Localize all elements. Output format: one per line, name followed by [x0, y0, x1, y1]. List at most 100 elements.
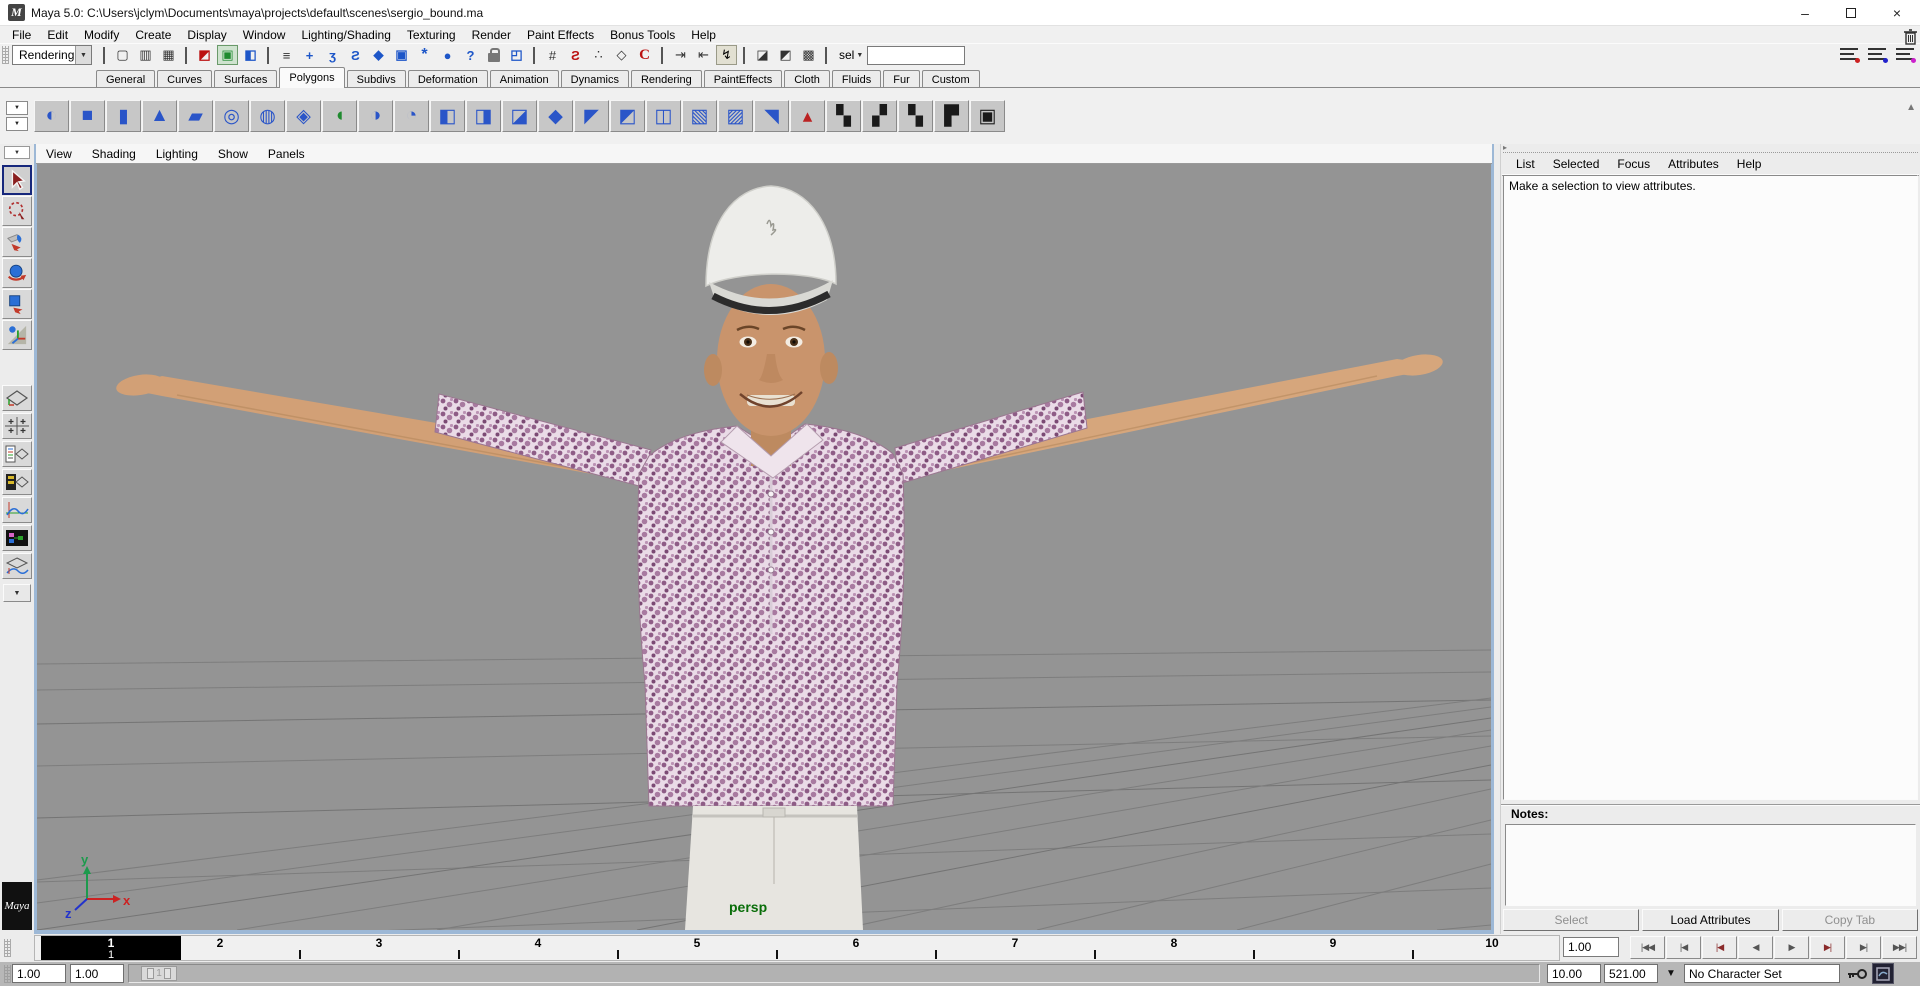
menu-modify[interactable]: Modify — [76, 26, 127, 43]
character-set-field[interactable]: No Character Set — [1684, 964, 1840, 983]
shelf-poly-cube-button[interactable]: ■ — [70, 100, 105, 132]
ae-menu-help[interactable]: Help — [1728, 157, 1771, 171]
menu-file[interactable]: File — [4, 26, 39, 43]
shelf-uv-checker1-button[interactable]: ▚ — [826, 100, 861, 132]
new-scene-button[interactable]: ▢ — [112, 45, 133, 65]
toolbar-separator[interactable] — [742, 47, 747, 64]
step-forward-key-button[interactable]: ▶| — [1810, 936, 1845, 959]
playback-end-field[interactable]: 10.00 — [1547, 964, 1601, 983]
shelf-poly-create-button[interactable]: ◈ — [286, 100, 321, 132]
shelf-poly-mirror-button[interactable]: ◫ — [646, 100, 681, 132]
menu-texturing[interactable]: Texturing — [399, 26, 464, 43]
highlight-selection-button[interactable]: ◰ — [506, 45, 527, 65]
selection-mask-menu-button[interactable]: ≡ — [276, 45, 297, 65]
shelf-tab-fur[interactable]: Fur — [883, 70, 920, 88]
viewport-menu-shading[interactable]: Shading — [82, 147, 146, 161]
channel-box-toggle-icon[interactable] — [1896, 46, 1916, 62]
range-handle-right-grip[interactable] — [164, 968, 171, 979]
shelf-poly-bevel-button[interactable]: ◥ — [754, 100, 789, 132]
layout-shortcut-menu-button[interactable]: ▼ — [3, 584, 31, 602]
shelf-poly-wire-sphere-button[interactable]: ◔ — [394, 100, 429, 132]
go-to-end-button[interactable]: ▶▶| — [1882, 936, 1917, 959]
load-attributes-button[interactable]: Load Attributes — [1642, 909, 1778, 931]
shelf-tab-fluids[interactable]: Fluids — [832, 70, 881, 88]
ipr-render-button[interactable]: ◩ — [775, 45, 796, 65]
ae-menu-list[interactable]: List — [1507, 157, 1544, 171]
menu-paint-effects[interactable]: Paint Effects — [519, 26, 602, 43]
layout-hypergraph-button[interactable] — [2, 525, 32, 551]
mask-dynamics-button[interactable]: * — [414, 45, 435, 65]
paint-select-tool-button[interactable] — [2, 227, 32, 257]
current-frame-indicator[interactable]: 1 1 — [41, 936, 181, 960]
layout-single-persp-button[interactable] — [2, 385, 32, 411]
viewport-menu-view[interactable]: View — [36, 147, 82, 161]
shelf-move-axis-button[interactable]: ▴ — [790, 100, 825, 132]
render-current-frame-button[interactable]: ◪ — [752, 45, 773, 65]
shelf-poly-plane-button[interactable]: ▰ — [178, 100, 213, 132]
shelf-uv-checker-t-button[interactable]: ▛ — [934, 100, 969, 132]
menu-edit[interactable]: Edit — [39, 26, 76, 43]
step-forward-frame-button[interactable]: ▶| — [1846, 936, 1881, 959]
go-to-start-button[interactable]: |◀◀ — [1630, 936, 1665, 959]
range-handle-left-grip[interactable] — [147, 968, 154, 979]
shelf-poly-torus-button[interactable]: ◎ — [214, 100, 249, 132]
menu-window[interactable]: Window — [235, 26, 294, 43]
tool-settings-toggle-icon[interactable] — [1868, 46, 1888, 62]
quick-select-input[interactable] — [867, 46, 965, 65]
timeslider-drag-handle[interactable] — [4, 939, 11, 957]
layout-persp-graph-button[interactable] — [2, 497, 32, 523]
mask-curves2-button[interactable]: Ƨ — [345, 45, 366, 65]
toolbar-separator[interactable] — [824, 47, 829, 64]
layout-hypershade-persp-button[interactable] — [2, 469, 32, 495]
play-forward-button[interactable]: ▶ — [1774, 936, 1809, 959]
character-set-menu-icon[interactable]: ▼ — [1660, 964, 1682, 983]
menu-create[interactable]: Create — [127, 26, 179, 43]
ae-menu-attributes[interactable]: Attributes — [1659, 157, 1728, 171]
viewport-menu-show[interactable]: Show — [208, 147, 258, 161]
animation-end-field[interactable]: 521.00 — [1604, 964, 1658, 983]
rotate-tool-button[interactable] — [2, 258, 32, 288]
shelf-uv-checker3-button[interactable]: ▚ — [898, 100, 933, 132]
step-back-key-button[interactable]: |◀ — [1702, 936, 1737, 959]
toolbox-collapse-button[interactable]: ▼ — [4, 146, 30, 159]
menu-render[interactable]: Render — [464, 26, 519, 43]
snap-grid-button[interactable]: # — [542, 45, 563, 65]
shelf-uv-checker2-button[interactable]: ▞ — [862, 100, 897, 132]
step-back-frame-button[interactable]: |◀ — [1666, 936, 1701, 959]
layout-persp-outliner-button[interactable] — [2, 441, 32, 467]
maximize-button[interactable] — [1828, 0, 1874, 26]
shelf-tab-dynamics[interactable]: Dynamics — [561, 70, 629, 88]
shelf-tab-curves[interactable]: Curves — [157, 70, 212, 88]
select-tool-button[interactable] — [2, 165, 32, 195]
toolbar-separator[interactable] — [184, 47, 189, 64]
animation-start-field[interactable]: 1.00 — [70, 964, 124, 983]
layout-persp-curve-button[interactable] — [2, 553, 32, 579]
snap-point-button[interactable]: ∴ — [588, 45, 609, 65]
layout-four-view-button[interactable] — [2, 413, 32, 439]
toolbar-separator[interactable] — [266, 47, 271, 64]
mask-surfaces-button[interactable]: ◆ — [368, 45, 389, 65]
shelf-poly-cylinder-button[interactable]: ▮ — [106, 100, 141, 132]
shelf-tab-custom[interactable]: Custom — [922, 70, 980, 88]
lock-selection-button[interactable] — [483, 45, 504, 65]
mask-rendering-button[interactable]: ● — [437, 45, 458, 65]
viewport-menu-lighting[interactable]: Lighting — [146, 147, 208, 161]
ae-menu-selected[interactable]: Selected — [1544, 157, 1609, 171]
minimize-button[interactable]: – — [1782, 0, 1828, 26]
shelf-poly-platonic-button[interactable]: ◑ — [358, 100, 393, 132]
time-slider[interactable]: 1 1 2 3 4 5 6 7 8 9 10 — [34, 935, 1560, 961]
mask-handles-button[interactable]: + — [299, 45, 320, 65]
shelf-tab-polygons[interactable]: Polygons — [279, 67, 344, 88]
snap-magnet-button[interactable]: C — [634, 45, 655, 65]
shelf-poly-quadrangulate-button[interactable]: ◩ — [610, 100, 645, 132]
close-button[interactable]: × — [1874, 0, 1920, 26]
lasso-tool-button[interactable] — [2, 196, 32, 226]
attribute-editor-collapse-bar[interactable] — [1503, 145, 1918, 153]
mask-deformations-button[interactable]: ▣ — [391, 45, 412, 65]
shelf-poly-pipe-button[interactable]: ◍ — [250, 100, 285, 132]
shelf-poly-smooth-button[interactable]: ◆ — [538, 100, 573, 132]
viewport-menu-panels[interactable]: Panels — [258, 147, 315, 161]
viewport-canvas[interactable]: y x z persp — [37, 164, 1491, 930]
shelf-poly-boolean-button[interactable]: ◪ — [502, 100, 537, 132]
output-connections-button[interactable]: ⇤ — [693, 45, 714, 65]
